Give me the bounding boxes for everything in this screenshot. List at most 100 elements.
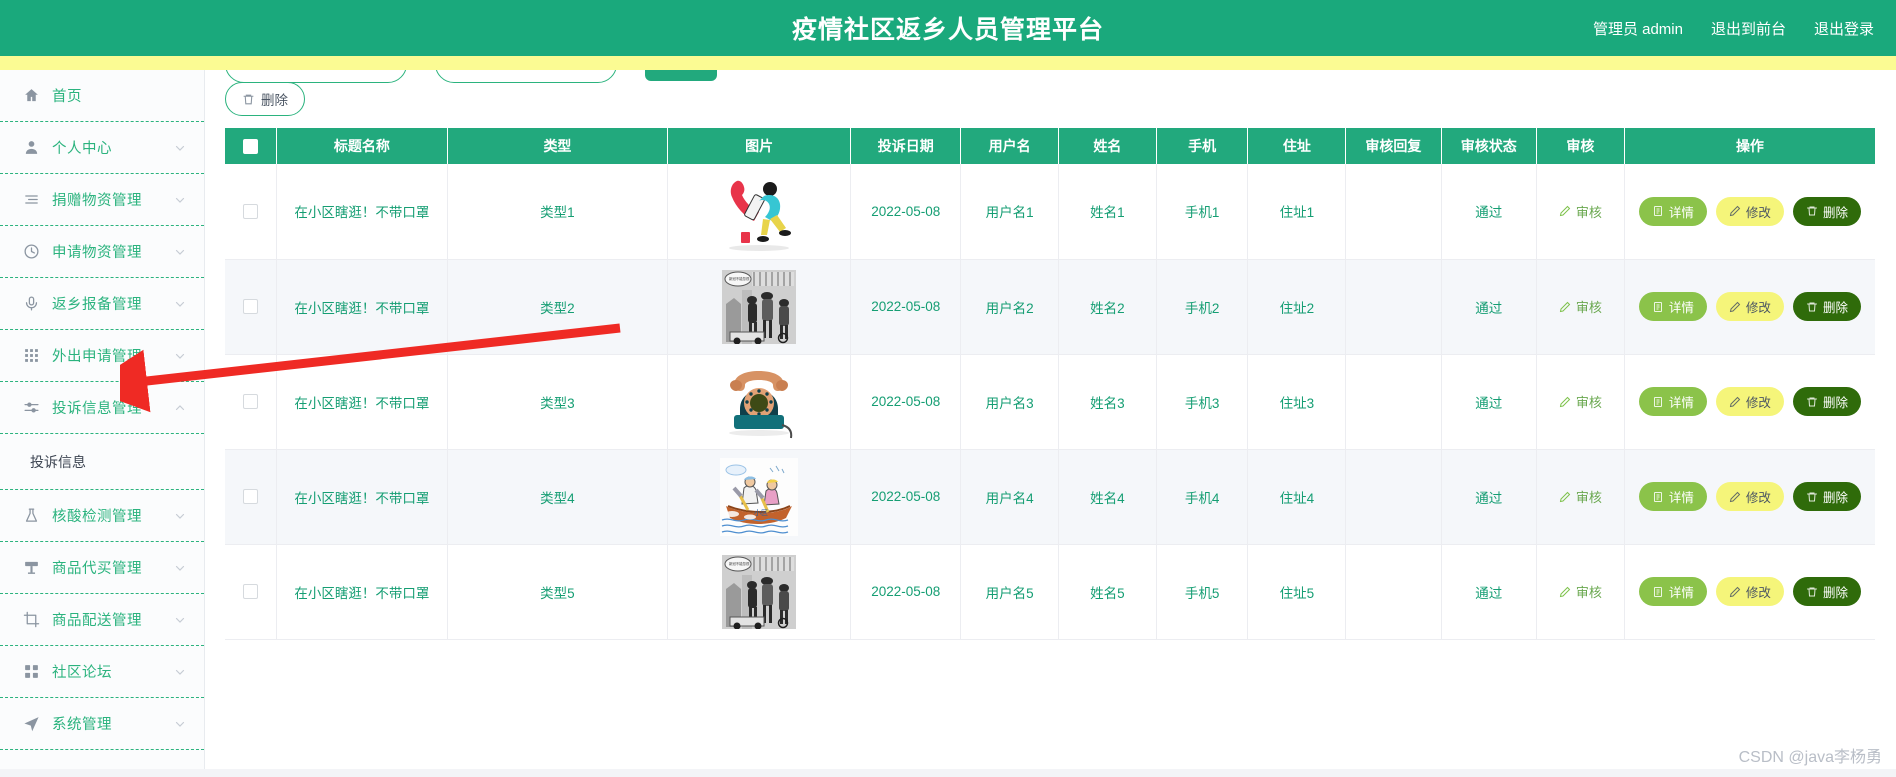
row-audit-cell[interactable]: 审核: [1536, 259, 1625, 355]
row-title[interactable]: 在小区瞎逛！不带口罩: [294, 396, 429, 411]
row-thumbnail-vintage-telephone[interactable]: [720, 363, 798, 441]
row-phone-cell: 手机5: [1156, 544, 1249, 640]
row-action-label: 详情: [1668, 301, 1694, 315]
row-thumbnail-telephone-running-person[interactable]: [723, 169, 795, 253]
sidebar-item-11[interactable]: 社区论坛: [0, 646, 204, 698]
row-select-cell[interactable]: [225, 544, 277, 640]
row-delete-button[interactable]: 删除: [1792, 196, 1861, 226]
row-phone-cell: 手机2: [1156, 259, 1249, 355]
row-select-cell[interactable]: [225, 164, 277, 260]
search-button[interactable]: [645, 70, 717, 81]
row-audit-action[interactable]: 审核: [1559, 487, 1602, 506]
row-checkbox[interactable]: [242, 299, 258, 315]
row-checkbox[interactable]: [242, 584, 258, 600]
sidebar-item-10[interactable]: 商品配送管理: [0, 594, 204, 646]
cart-icon: [20, 557, 42, 579]
select-all-column[interactable]: [225, 128, 277, 164]
sidebar-item-2[interactable]: 个人中心: [0, 122, 204, 174]
row-image-cell[interactable]: 新冠不能忽视: [667, 259, 852, 355]
sidebar-item-label: 外出申请管理: [52, 349, 142, 365]
row-image-cell[interactable]: 小区: [667, 449, 852, 545]
row-title-cell[interactable]: 在小区瞎逛！不带口罩: [276, 164, 448, 260]
chevron-up-icon: [174, 402, 186, 414]
row-edit-button[interactable]: 修改: [1715, 387, 1784, 416]
sidebar-item-6[interactable]: 外出申请管理: [0, 330, 204, 382]
exit-to-frontend-link[interactable]: 退出到前台: [1711, 18, 1786, 39]
row-delete-button[interactable]: 删除: [1792, 387, 1861, 416]
sidebar-item-4[interactable]: 申请物资管理: [0, 226, 204, 278]
row-name-cell: 姓名3: [1058, 354, 1157, 450]
row-audit-status-cell: 通过: [1441, 449, 1537, 545]
sidebar-item-1[interactable]: 首页: [0, 70, 204, 122]
sidebar-item-label: 个人中心: [52, 141, 112, 157]
row-audit-cell[interactable]: 审核: [1536, 544, 1625, 640]
row-audit-cell[interactable]: 审核: [1536, 354, 1625, 450]
sidebar-item-3[interactable]: 捐赠物资管理: [0, 174, 204, 226]
row-detail-button[interactable]: 详情: [1638, 577, 1707, 606]
row-image-cell[interactable]: [667, 354, 852, 450]
row-audit-action[interactable]: 审核: [1559, 202, 1602, 221]
row-image-cell[interactable]: 新冠不能忽视: [667, 544, 852, 640]
admin-user-link[interactable]: 管理员 admin: [1593, 18, 1683, 39]
sidebar-subitem-complaint-info[interactable]: 投诉信息: [0, 434, 204, 490]
sidebar-item-12[interactable]: 系统管理: [0, 698, 204, 750]
row-checkbox[interactable]: [242, 394, 258, 410]
pencil-icon: [1729, 491, 1741, 503]
row-select-cell[interactable]: [225, 449, 277, 545]
pencil-icon: [1559, 491, 1571, 503]
row-detail-button[interactable]: 详情: [1638, 292, 1707, 321]
table-header-row: 标题名称 类型 图片 投诉日期 用户名 姓名 手机 住址 审核回复 审核状态 审核 操作: [225, 128, 1875, 164]
sidebar-item-8[interactable]: 核酸检测管理: [0, 490, 204, 542]
document-icon: [1652, 205, 1664, 217]
row-detail-button[interactable]: 详情: [1638, 196, 1707, 226]
row-delete-button[interactable]: 删除: [1792, 292, 1861, 321]
row-date-cell: 2022-05-08: [850, 354, 962, 450]
list-icon: [20, 189, 42, 211]
row-title-cell[interactable]: 在小区瞎逛！不带口罩: [276, 544, 448, 640]
sidebar-item-5[interactable]: 返乡报备管理: [0, 278, 204, 330]
batch-delete-button[interactable]: 删除: [225, 82, 305, 116]
row-title[interactable]: 在小区瞎逛！不带口罩: [294, 205, 429, 220]
row-edit-button[interactable]: 修改: [1715, 292, 1784, 321]
logout-link[interactable]: 退出登录: [1814, 18, 1874, 39]
row-select-cell[interactable]: [225, 259, 277, 355]
row-select-cell[interactable]: [225, 354, 277, 450]
row-title[interactable]: 在小区瞎逛！不带口罩: [294, 491, 429, 506]
row-image-cell[interactable]: [667, 164, 852, 260]
row-title-cell[interactable]: 在小区瞎逛！不带口罩: [276, 449, 448, 545]
row-audit-status-cell: 通过: [1441, 544, 1537, 640]
row-audit-status: 通过: [1475, 300, 1503, 316]
row-thumbnail-rowing-boat[interactable]: 小区: [720, 457, 799, 536]
row-checkbox[interactable]: [242, 204, 258, 220]
row-delete-button[interactable]: 删除: [1792, 577, 1861, 606]
row-edit-button[interactable]: 修改: [1715, 577, 1784, 606]
row-audit-action[interactable]: 审核: [1559, 582, 1602, 601]
row-edit-button[interactable]: 修改: [1715, 196, 1784, 226]
row-action-label: 修改: [1745, 396, 1771, 410]
sidebar-item-9[interactable]: 商品代买管理: [0, 542, 204, 594]
row-edit-button[interactable]: 修改: [1715, 482, 1784, 511]
row-title[interactable]: 在小区瞎逛！不带口罩: [294, 586, 429, 601]
row-audit-action[interactable]: 审核: [1559, 392, 1602, 411]
row-detail-button[interactable]: 详情: [1638, 387, 1707, 416]
row-audit-cell[interactable]: 审核: [1536, 449, 1625, 545]
row-title-cell[interactable]: 在小区瞎逛！不带口罩: [276, 259, 448, 355]
sidebar-item-7[interactable]: 投诉信息管理: [0, 382, 204, 434]
select-all-checkbox[interactable]: [242, 139, 258, 155]
row-checkbox[interactable]: [242, 489, 258, 505]
row-type: 类型3: [540, 395, 575, 411]
data-table-container[interactable]: 标题名称 类型 图片 投诉日期 用户名 姓名 手机 住址 审核回复 审核状态 审核 操作 在小区瞎逛！…: [225, 128, 1875, 758]
row-audit-label: 审核: [1575, 490, 1602, 505]
row-thumbnail-street-scene-bw[interactable]: 新冠不能忽视: [722, 269, 797, 344]
audit-reply-column: 审核回复: [1345, 128, 1442, 164]
row-title[interactable]: 在小区瞎逛！不带口罩: [294, 301, 429, 316]
row-title-cell[interactable]: 在小区瞎逛！不带口罩: [276, 354, 448, 450]
row-detail-button[interactable]: 详情: [1638, 482, 1707, 511]
search-input-2[interactable]: [435, 70, 617, 83]
row-audit-action[interactable]: 审核: [1559, 297, 1602, 316]
row-action-label: 删除: [1822, 205, 1848, 220]
row-delete-button[interactable]: 删除: [1792, 482, 1861, 511]
row-thumbnail-street-scene-bw[interactable]: 新冠不能忽视: [722, 554, 797, 629]
row-audit-cell[interactable]: 审核: [1536, 164, 1625, 260]
row-action-label: 删除: [1822, 301, 1848, 315]
